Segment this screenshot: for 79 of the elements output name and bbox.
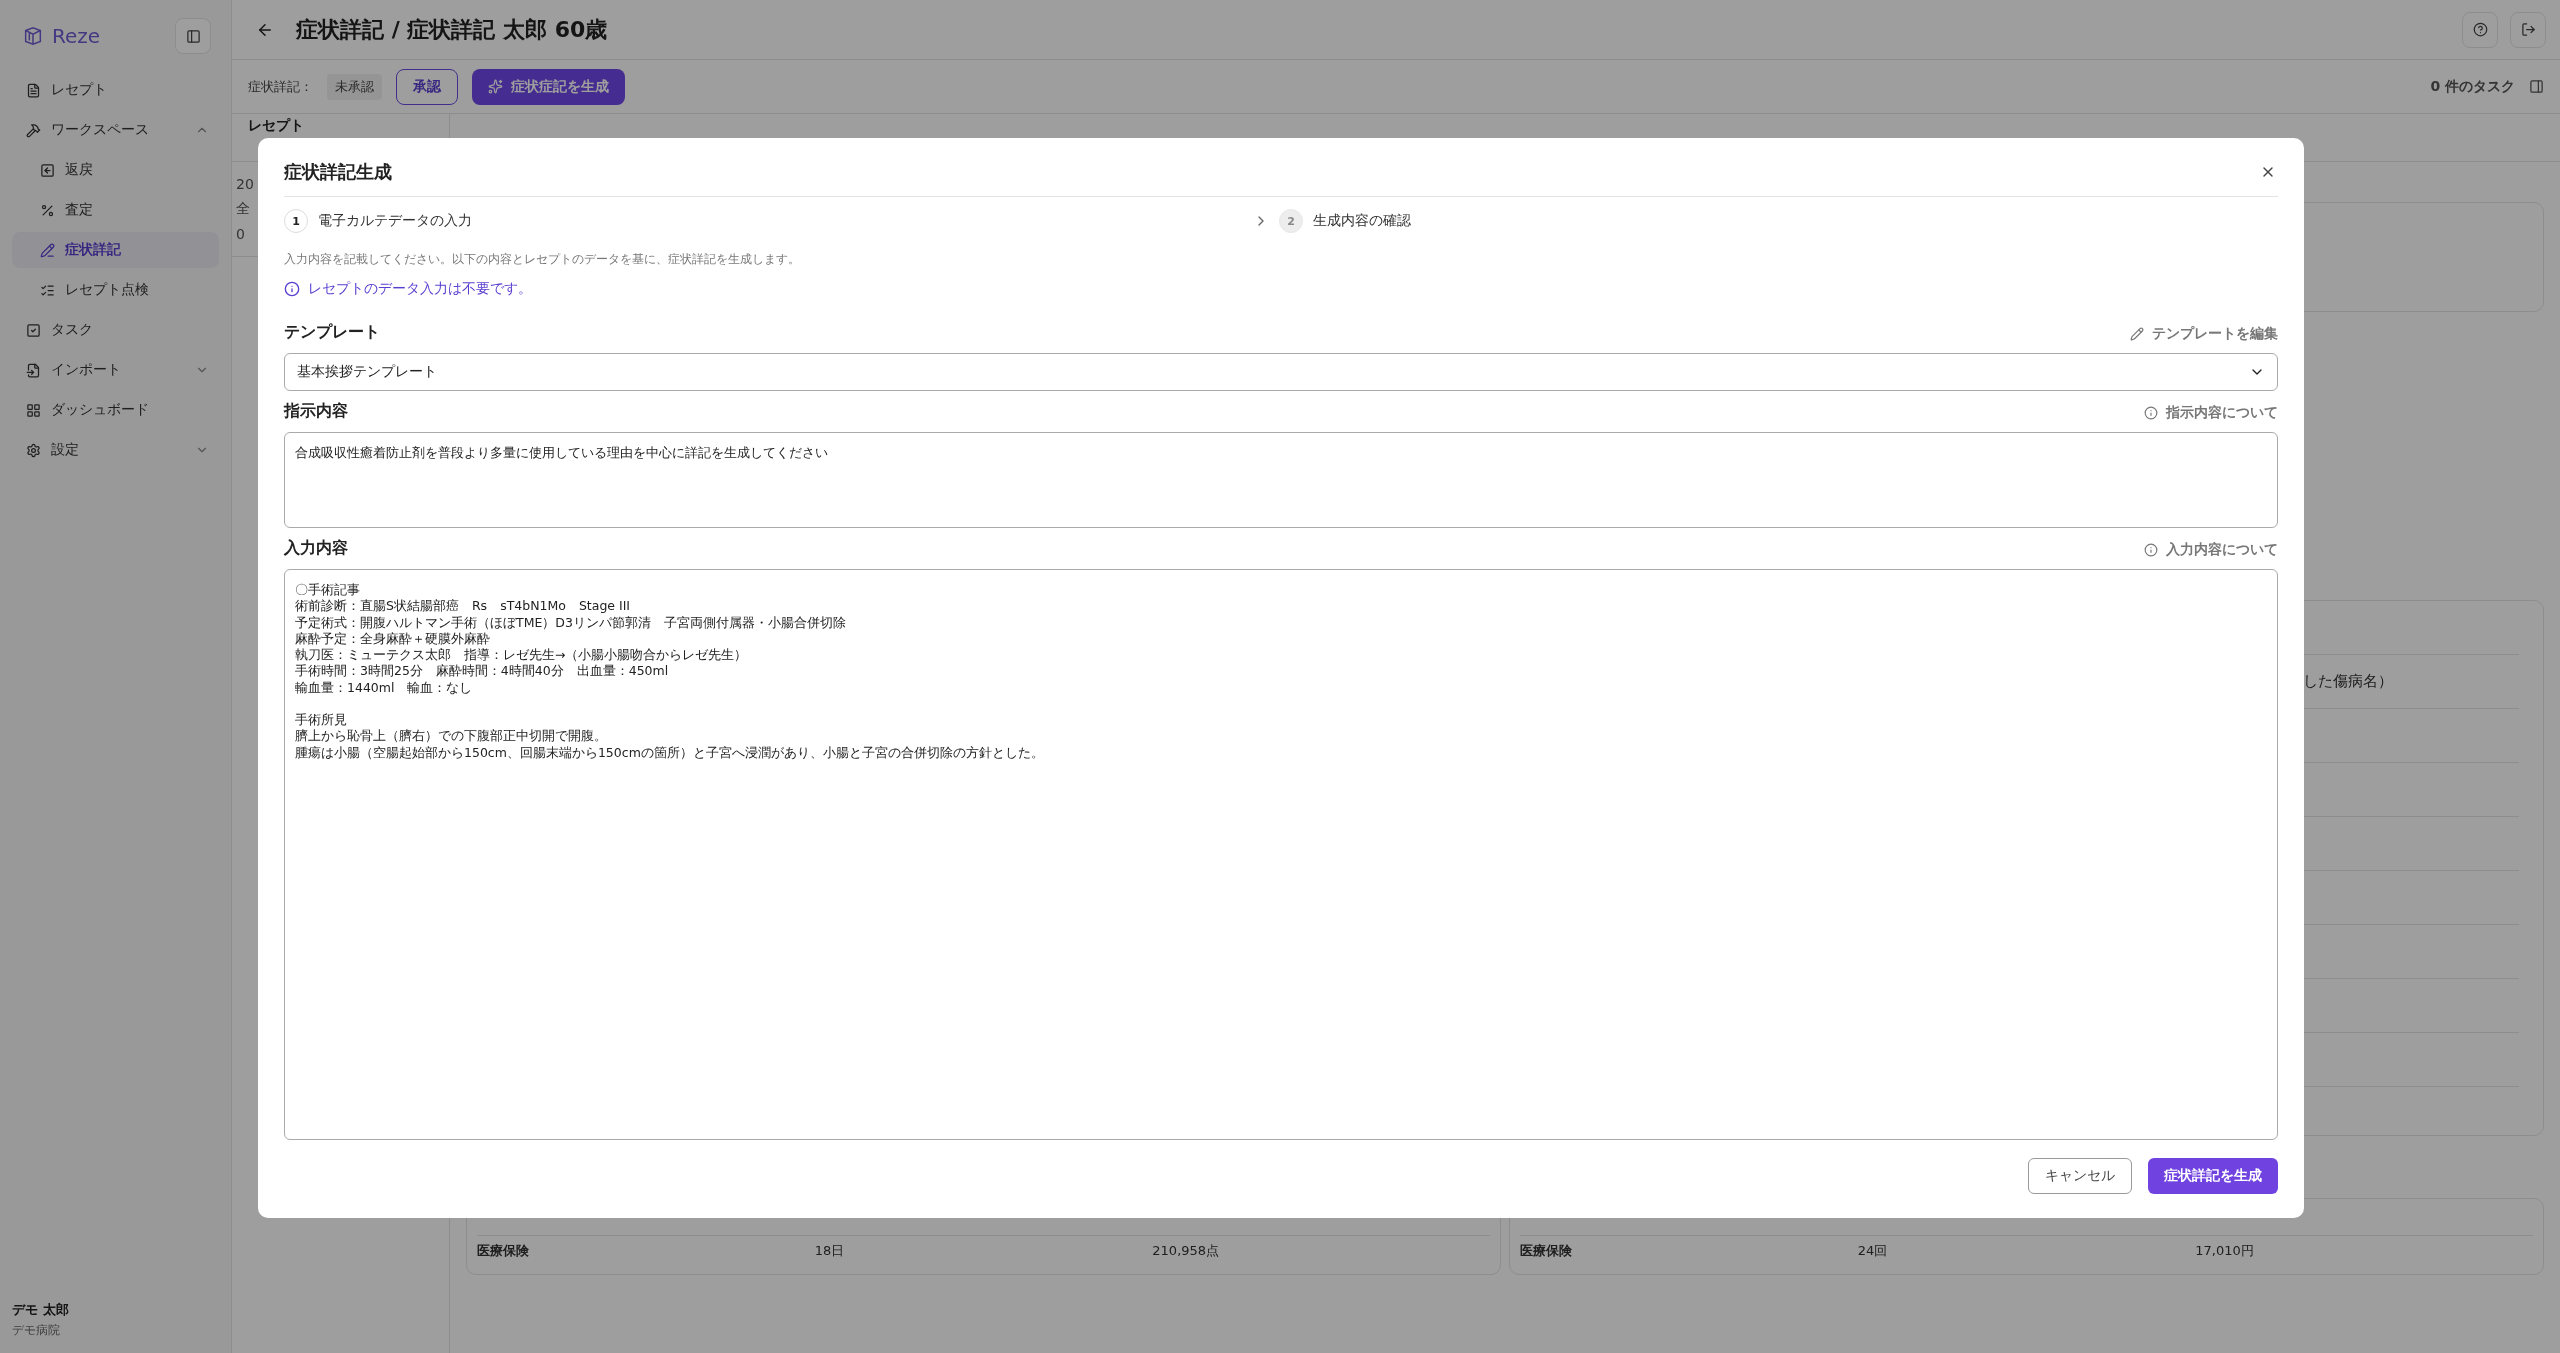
help-button[interactable] xyxy=(2462,11,2498,48)
table-cell-text: 18日 xyxy=(814,1242,846,1260)
checkbox-icon xyxy=(26,322,41,338)
logo: Reze xyxy=(22,24,101,48)
grid-icon xyxy=(26,402,41,418)
field-label: 入力内容 xyxy=(284,538,348,559)
status-chip: 未承認 xyxy=(327,73,382,100)
field-label: 指示内容 xyxy=(284,401,348,422)
description-text: 入力内容を記載してください。以下の内容とレセプトのデータを基に、症状詳記を生成します。 xyxy=(284,251,801,268)
text-line: 手術時間：3時間25分 麻酔時間：4時間40分 出血量：450ml xyxy=(295,663,670,680)
table-cell-text: した傷病名） xyxy=(2303,672,2394,691)
return-icon xyxy=(40,162,55,178)
panel-toggle-icon[interactable] xyxy=(2529,79,2544,94)
sidebar-item[interactable]: レセプト点検 xyxy=(12,272,219,308)
user-name: デモ 太郎 xyxy=(12,1301,70,1319)
help-icon xyxy=(2472,22,2488,37)
sidebar-item[interactable]: ダッシュボード xyxy=(12,392,219,428)
instruction-field[interactable]: 合成吸収性癒着防止剤を普段より多量に使用している理由を中心に詳記を生成してください xyxy=(284,432,2278,528)
file-import-icon xyxy=(26,362,41,378)
status-label: 症状詳記： xyxy=(248,77,313,96)
sidebar-item[interactable]: 査定 xyxy=(12,192,219,228)
logout-button[interactable] xyxy=(2510,11,2546,48)
document-icon xyxy=(26,82,41,98)
field-label: テンプレート xyxy=(284,322,380,343)
page-title: 症状詳記 / 症状詳記 太郎 60歳 xyxy=(296,15,609,44)
table-cell-text: 24回 xyxy=(1857,1242,1889,1260)
step-number: 2 xyxy=(1279,209,1303,233)
step-label: 生成内容の確認 xyxy=(1313,212,1411,230)
list-text: 20 xyxy=(236,176,255,192)
pencil-icon xyxy=(40,242,55,258)
text-line: 輸血量：1440ml 輸血：なし xyxy=(295,679,474,697)
sparkle-icon xyxy=(488,79,503,94)
table-cell-text: 医療保険 xyxy=(1520,1242,1573,1260)
help-link[interactable]: 指示内容について xyxy=(2144,404,2278,422)
user-organization: デモ病院 xyxy=(12,1322,61,1339)
settings-icon xyxy=(26,442,41,458)
input-field[interactable] xyxy=(284,569,2278,1140)
pencil-icon xyxy=(2130,327,2144,341)
notice-text: レセプトのデータ入力は不要です。 xyxy=(308,280,532,298)
text-line: 〇手術記事 xyxy=(295,582,361,599)
text-line: 術前診断：直腸S状結腸部癌 Rs sT4bN1Mo Stage III xyxy=(295,598,632,615)
sidebar-item[interactable]: 設定 xyxy=(12,432,219,468)
generate-button[interactable]: 症状症記を生成 xyxy=(472,68,625,105)
hammer-icon xyxy=(26,122,41,138)
task-count: 0 件のタスク xyxy=(2430,77,2515,96)
sidebar-item[interactable]: インポート xyxy=(12,352,219,388)
table-cell-text: 17,010円 xyxy=(2195,1242,2255,1260)
text-line: 臍上から恥骨上（臍右）での下腹部正中切開で開腹。 xyxy=(295,728,608,745)
text-line: 麻酔予定：全身麻酔＋硬膜外麻酔 xyxy=(295,630,491,648)
sidebar-item[interactable]: レセプト xyxy=(12,72,219,108)
sidebar-item[interactable]: 返戻 xyxy=(12,152,219,188)
help-link[interactable]: 入力内容について xyxy=(2144,541,2278,559)
text-line: 予定術式：開腹ハルトマン手術（ほぼTME）D3リンパ節郭清 子宮両側付属器・小腸合併切除 xyxy=(295,614,847,631)
list-text: 全 xyxy=(236,200,251,218)
table-cell-text: 医療保険 xyxy=(477,1242,530,1260)
panel-icon xyxy=(185,28,201,44)
list-text: 0 xyxy=(236,226,246,242)
sidebar-toggle-button[interactable] xyxy=(175,18,211,54)
submit-button[interactable]: 症状詳記を生成 xyxy=(2148,1158,2278,1194)
info-icon xyxy=(284,281,300,297)
checklist-icon xyxy=(40,282,55,298)
dialog-title: 症状詳記生成 xyxy=(284,160,392,184)
approve-button[interactable]: 承認 xyxy=(396,68,458,105)
info-icon xyxy=(2144,406,2158,420)
sidebar-item[interactable]: ワークスペース xyxy=(12,112,219,148)
sidebar-item[interactable]: 症状詳記 xyxy=(12,232,219,268)
table-cell-text: 210,958点 xyxy=(1152,1242,1221,1260)
step-label: 電子カルテデータの入力 xyxy=(318,212,472,230)
info-icon xyxy=(2144,543,2158,557)
text-line: 執刀医：ミューテクス太郎 指導：レゼ先生→（小腸小腸吻合からレゼ先生） xyxy=(295,647,749,664)
text-line: 手術所見 xyxy=(295,712,348,729)
sidebar-item[interactable]: タスク xyxy=(12,312,219,348)
text-line: 腫瘍は小腸（空腸起始部から150cm、回腸末端から150cmの箇所）と子宮へ浸潤があり、小腸と子宮の合併切除の方針とした。 xyxy=(295,744,1045,761)
edit-template-link[interactable]: テンプレートを編集 xyxy=(2130,325,2278,343)
template-select[interactable]: 基本挨拶テンプレート xyxy=(284,353,2278,391)
logout-icon xyxy=(2520,22,2536,37)
cancel-button[interactable]: キャンセル xyxy=(2028,1158,2132,1194)
step-number: 1 xyxy=(284,209,308,233)
percent-icon xyxy=(40,202,55,218)
